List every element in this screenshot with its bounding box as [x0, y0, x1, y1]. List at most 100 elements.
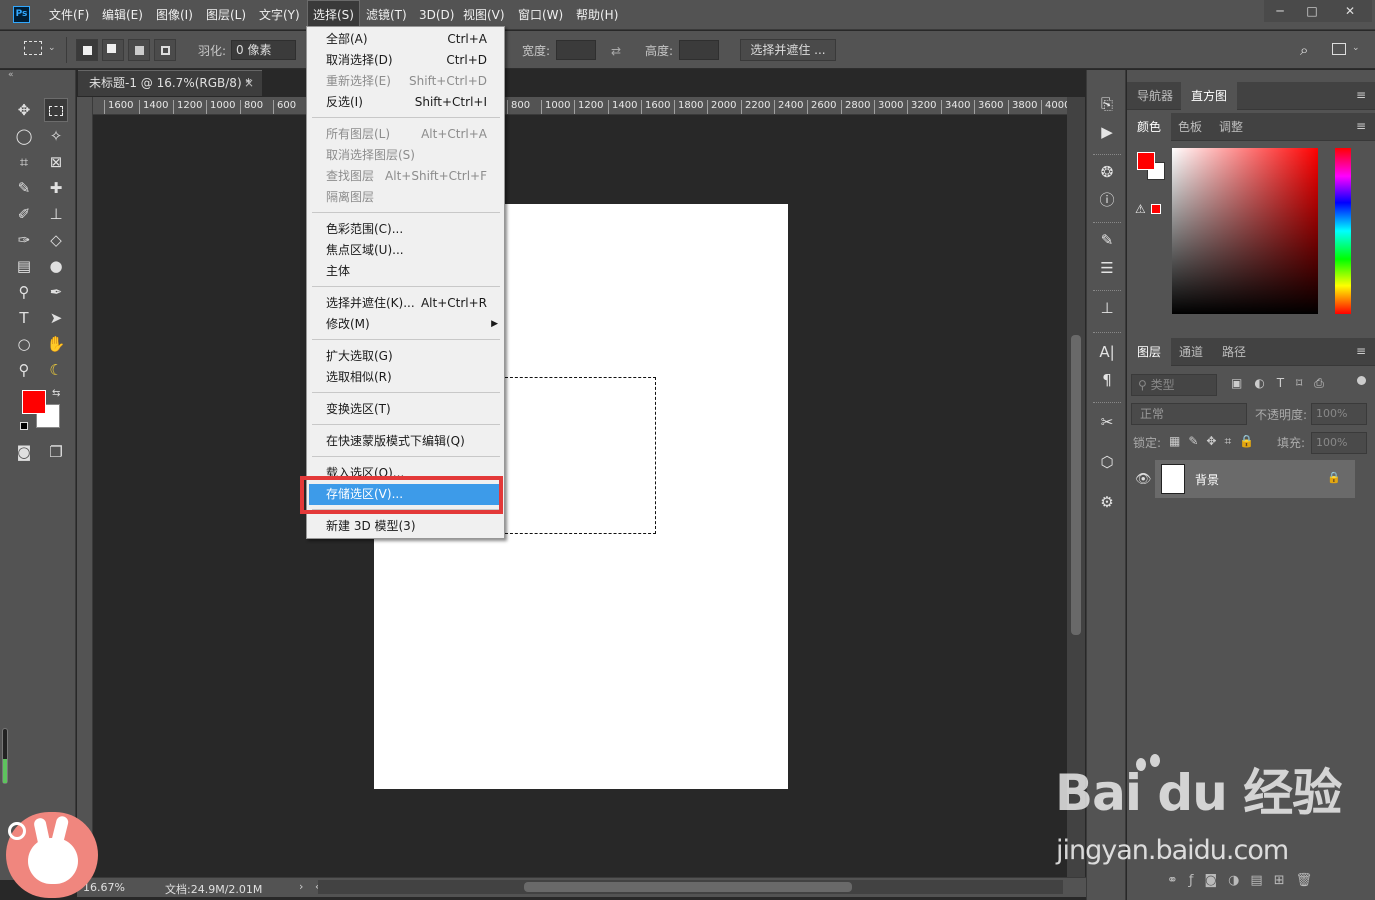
- clone-source-icon[interactable]: ⊥: [1095, 296, 1119, 320]
- menu-item-new-3d-model[interactable]: 新建 3D 模型(3): [309, 516, 502, 537]
- foreground-color-swatch[interactable]: [22, 390, 46, 414]
- horizontal-scrollbar[interactable]: [318, 880, 1063, 894]
- new-selection-button[interactable]: [76, 39, 98, 61]
- path-selection-tool-icon[interactable]: ➤: [44, 306, 68, 330]
- paragraph-icon[interactable]: ¶: [1095, 368, 1119, 392]
- menu-item-similar[interactable]: 选取相似(R): [309, 367, 502, 388]
- menu-item-reselect[interactable]: 重新选择(E) Shift+Ctrl+D: [309, 71, 502, 92]
- lock-icons[interactable]: ▦✎✥⌗🔒: [1169, 434, 1262, 449]
- panel-menu-icon[interactable]: ≡: [1355, 88, 1367, 102]
- menu-window[interactable]: 窗口(W): [513, 0, 568, 30]
- fill-input[interactable]: 100%: [1311, 432, 1367, 454]
- menu-layer[interactable]: 图层(L): [201, 0, 251, 30]
- tools-icon[interactable]: ✂: [1095, 410, 1119, 434]
- document-tab[interactable]: 未标题-1 @ 16.7%(RGB/8) * ×: [78, 70, 262, 96]
- subtract-selection-button[interactable]: [128, 39, 150, 61]
- menu-file[interactable]: 文件(F): [44, 0, 94, 30]
- pen-tool-icon[interactable]: ✒: [44, 280, 68, 304]
- feather-input[interactable]: 0 像素: [231, 40, 296, 60]
- tab-histogram[interactable]: 直方图: [1181, 82, 1238, 110]
- menu-type[interactable]: 文字(Y): [254, 0, 305, 30]
- hue-slider[interactable]: [1335, 148, 1351, 314]
- chevron-down-icon[interactable]: ⌄: [1352, 43, 1360, 53]
- gradient-tool-icon[interactable]: ▤: [12, 254, 36, 278]
- layer-name[interactable]: 背景: [1195, 471, 1219, 488]
- frame-tool-icon[interactable]: ⊠: [44, 150, 68, 174]
- menu-item-inverse[interactable]: 反选(I) Shift+Ctrl+I: [309, 92, 502, 113]
- swap-icon[interactable]: ⇄: [611, 41, 621, 61]
- menu-edit[interactable]: 编辑(E): [97, 0, 148, 30]
- add-selection-button[interactable]: [102, 39, 124, 61]
- menu-item-deselect[interactable]: 取消选择(D) Ctrl+D: [309, 50, 502, 71]
- tab-swatches[interactable]: 色板: [1168, 113, 1212, 141]
- lasso-tool-icon[interactable]: ◯: [12, 124, 36, 148]
- swap-colors-icon[interactable]: ⇆: [52, 388, 60, 399]
- scroll-thumb[interactable]: [1071, 335, 1081, 635]
- menu-item-isolate-layers[interactable]: 隔离图层: [309, 187, 502, 208]
- move-tool-icon[interactable]: ✥: [12, 98, 36, 122]
- zoom-level[interactable]: 16.67%: [83, 881, 125, 894]
- eraser-tool-icon[interactable]: ◇: [44, 228, 68, 252]
- close-window-icon[interactable]: ✕: [1328, 0, 1372, 22]
- menu-item-quick-mask[interactable]: 在快速蒙版模式下编辑(Q): [309, 431, 502, 452]
- gamut-color-swatch[interactable]: [1151, 204, 1161, 214]
- menu-item-deselect-layers[interactable]: 取消选择图层(S): [309, 145, 502, 166]
- blur-tool-icon[interactable]: ●: [44, 254, 68, 278]
- ellipse-tool-icon[interactable]: ○: [12, 332, 36, 356]
- crop-tool-icon[interactable]: ⌗: [12, 150, 36, 174]
- 3d-cube-icon[interactable]: ⬡: [1095, 450, 1119, 474]
- tab-paths[interactable]: 路径: [1212, 338, 1256, 366]
- screen-mode-icon[interactable]: ❐: [44, 440, 68, 464]
- collapse-toolbox-icon[interactable]: «: [8, 70, 14, 80]
- filter-toggle-icon[interactable]: [1357, 376, 1366, 385]
- search-icon[interactable]: ⌕: [1300, 41, 1308, 59]
- scroll-thumb[interactable]: [524, 882, 852, 892]
- banana-icon[interactable]: ☾: [44, 358, 68, 382]
- color-field[interactable]: [1172, 148, 1318, 314]
- opacity-input[interactable]: 100%: [1311, 403, 1367, 425]
- layer-panel-bottom-icons[interactable]: ⚭ƒ◙◑▤⊞🗑: [1167, 873, 1323, 888]
- default-colors-icon[interactable]: [20, 422, 28, 430]
- layer-filter-icons[interactable]: ▣◐T⌑⎙: [1231, 376, 1336, 391]
- tab-adjustments[interactable]: 调整: [1209, 113, 1253, 141]
- panel-menu-icon[interactable]: ≡: [1355, 119, 1367, 133]
- brush-settings-icon[interactable]: ✎: [1095, 228, 1119, 252]
- character-icon[interactable]: A|: [1095, 340, 1119, 364]
- menu-item-modify[interactable]: 修改(M) ▶: [309, 314, 502, 335]
- dodge-tool-icon[interactable]: ⚲: [12, 280, 36, 304]
- menu-item-transform-selection[interactable]: 变换选区(T): [309, 399, 502, 420]
- menu-item-color-range[interactable]: 色彩范围(C)...: [309, 219, 502, 240]
- quick-mask-icon[interactable]: ◙: [12, 440, 36, 464]
- minimize-icon[interactable]: ─: [1264, 0, 1296, 22]
- brush-tool-icon[interactable]: ✐: [12, 202, 36, 226]
- color-fg-swatch[interactable]: [1137, 152, 1155, 170]
- side-scroll-track[interactable]: [2, 728, 8, 784]
- visibility-eye-icon[interactable]: 👁: [1135, 472, 1152, 487]
- adjustments-icon[interactable]: ☰: [1095, 256, 1119, 280]
- tab-channels[interactable]: 通道: [1169, 338, 1213, 366]
- tab-layers[interactable]: 图层: [1127, 338, 1172, 366]
- rect-marquee-preset-icon[interactable]: [24, 41, 42, 55]
- menu-item-all-layers[interactable]: 所有图层(L) Alt+Ctrl+A: [309, 124, 502, 145]
- tab-color[interactable]: 颜色: [1127, 113, 1172, 141]
- hand-tool-icon[interactable]: ✋: [44, 332, 68, 356]
- healing-brush-tool-icon[interactable]: ✚: [44, 176, 68, 200]
- menu-item-focus-area[interactable]: 焦点区域(U)...: [309, 240, 502, 261]
- restore-icon[interactable]: □: [1296, 0, 1328, 22]
- workspace-icon[interactable]: [1332, 43, 1346, 55]
- intersect-selection-button[interactable]: [154, 39, 176, 61]
- layer-filter-select[interactable]: ⚲ 类型: [1131, 374, 1217, 396]
- menu-item-grow[interactable]: 扩大选取(G): [309, 346, 502, 367]
- chevron-down-icon[interactable]: ⌄: [48, 43, 56, 53]
- magic-wand-tool-icon[interactable]: ✧: [44, 124, 68, 148]
- history-brush-tool-icon[interactable]: ✑: [12, 228, 36, 252]
- eyedropper-tool-icon[interactable]: ✎: [12, 176, 36, 200]
- height-input[interactable]: [679, 40, 719, 60]
- clone-stamp-tool-icon[interactable]: ⊥: [44, 202, 68, 226]
- zoom-tool-icon[interactable]: ⚲: [12, 358, 36, 382]
- tab-navigator[interactable]: 导航器: [1127, 82, 1183, 110]
- select-and-mask-button[interactable]: 选择并遮住 ...: [740, 39, 836, 61]
- menu-item-find-layers[interactable]: 查找图层 Alt+Shift+Ctrl+F: [309, 166, 502, 187]
- history-icon[interactable]: ⎘: [1095, 92, 1119, 116]
- 3d-icon[interactable]: ❂: [1095, 160, 1119, 184]
